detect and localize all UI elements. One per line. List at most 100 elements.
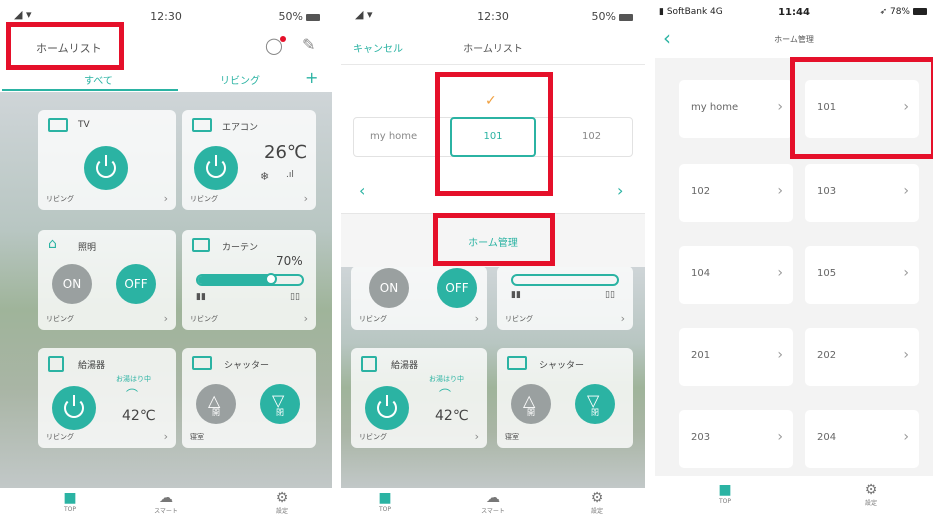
device-card-ac[interactable]: エアコン 26℃ ❄ .ıl リビング › — [182, 110, 316, 210]
home-card[interactable]: 104 › — [679, 246, 793, 304]
gear-icon: ⚙ — [590, 490, 604, 506]
highlight-box — [433, 213, 555, 266]
home-icon: ■ — [63, 490, 77, 506]
battery-icon — [913, 8, 927, 15]
chevron-right-icon[interactable]: › — [621, 312, 625, 325]
curtain-slider[interactable] — [196, 273, 304, 286]
tab-all[interactable]: すべて — [84, 72, 113, 87]
tabbar-settings[interactable]: ⚙ 設定 — [841, 482, 901, 507]
room-label: 寝室 — [190, 433, 204, 441]
battery-icon — [306, 13, 320, 21]
home-card[interactable]: 103 › — [805, 164, 919, 222]
device-card-shutter[interactable]: シャッター △ 開 ▽ 閉 寝室 — [182, 348, 316, 448]
battery: 50% — [279, 10, 320, 23]
gear-icon: ⚙ — [864, 482, 878, 498]
light-off-button[interactable]: OFF — [116, 264, 156, 304]
curtain-open-icon: ▯▯ — [605, 290, 615, 300]
chevron-right-icon[interactable]: › — [304, 192, 308, 205]
edit-icon[interactable]: ✎ — [302, 35, 315, 54]
power-button[interactable] — [365, 386, 409, 430]
add-tab-button[interactable]: + — [305, 68, 318, 87]
curtain-open-icon: ▯▯ — [290, 292, 300, 302]
water-temperature: 42℃ — [435, 408, 469, 424]
shutter-close-button[interactable]: ▽ 閉 — [260, 384, 300, 424]
device-card-tv[interactable]: TV リビング › — [38, 110, 176, 210]
highlight-box — [6, 22, 124, 70]
device-card-curtain[interactable]: カーテン 70% ▮▮ ▯▯ リビング › — [182, 230, 316, 330]
shutter-close-button[interactable]: ▽ 閉 — [575, 384, 615, 424]
home-card[interactable]: 203 › — [679, 410, 793, 468]
light-on-button[interactable]: ON — [369, 268, 409, 308]
device-card-shutter[interactable]: シャッター △ 開 ▽ 閉 寝室 — [497, 348, 633, 448]
device-name: 給湯器 — [391, 361, 419, 371]
tabbar-top[interactable]: ■ TOP — [355, 490, 415, 513]
triangle-down-icon: ▽ — [272, 391, 285, 410]
status-bar: ◢ ▾ 12:30 50% — [341, 0, 645, 28]
battery-icon — [619, 13, 633, 21]
curtain-slider-fill — [198, 276, 271, 284]
notification-dot — [280, 36, 286, 42]
home-option[interactable]: 102 — [582, 131, 601, 142]
shutter-open-button[interactable]: △ 開 — [196, 384, 236, 424]
power-button[interactable] — [84, 146, 128, 190]
chevron-right-icon: › — [903, 347, 909, 363]
chevron-right-icon[interactable]: › — [617, 181, 623, 200]
tab-bar: ■ TOP ☁ スマート ⚙ 設定 — [341, 488, 645, 518]
tabbar-top[interactable]: ■ TOP — [40, 490, 100, 513]
power-button[interactable] — [194, 146, 238, 190]
chevron-right-icon[interactable]: › — [304, 312, 308, 325]
room-label: リビング — [505, 315, 533, 323]
device-card-light[interactable]: ⌂ 照明 ON OFF リビング › — [38, 230, 176, 330]
chevron-right-icon: › — [777, 99, 783, 115]
chevron-left-icon[interactable]: ‹ — [359, 181, 365, 200]
home-card[interactable]: 201 › — [679, 328, 793, 386]
location-icon: ➶ — [879, 7, 888, 17]
home-card[interactable]: 102 › — [679, 164, 793, 222]
tab-living[interactable]: リビング — [220, 72, 260, 87]
battery: 50% — [592, 10, 633, 23]
room-label: リビング — [190, 195, 218, 203]
device-name: TV — [78, 120, 90, 130]
chevron-right-icon: › — [903, 265, 909, 281]
device-card-heater[interactable]: 給湯器 お湯はり中 ⌒ 42℃ リビング › — [351, 348, 487, 448]
room-tabs: すべて リビング + — [0, 68, 332, 92]
curtain-slider-knob[interactable] — [264, 273, 277, 285]
chevron-right-icon[interactable]: › — [164, 192, 168, 205]
temperature: 26℃ — [264, 142, 308, 163]
tabbar-settings[interactable]: ⚙ 設定 — [252, 490, 312, 515]
tv-icon — [48, 118, 68, 132]
chevron-right-icon: › — [903, 429, 909, 445]
home-icon: ■ — [718, 482, 732, 498]
chevron-right-icon: › — [777, 265, 783, 281]
device-card-heater[interactable]: 給湯器 お湯はり中 ⌒ 42℃ リビング › — [38, 348, 176, 448]
device-card-curtain[interactable]: ▮▮ ▯▯ リビング › — [497, 266, 633, 330]
home-icon: ■ — [378, 490, 392, 506]
tabbar-settings[interactable]: ⚙ 設定 — [567, 490, 627, 515]
chevron-right-icon[interactable]: › — [164, 430, 168, 443]
chevron-right-icon[interactable]: › — [164, 312, 168, 325]
bath-icon: ⌒ — [126, 388, 139, 402]
screen-home-switcher: ◢ ▾ 12:30 50% キャンセル ホームリスト ON OFF リビング ›… — [341, 0, 645, 518]
light-off-button[interactable]: OFF — [437, 268, 477, 308]
home-option[interactable]: my home — [370, 131, 417, 142]
power-button[interactable] — [52, 386, 96, 430]
tabbar-smart[interactable]: ☁ スマート — [463, 490, 523, 515]
device-card-light[interactable]: ON OFF リビング › — [351, 266, 487, 330]
curtain-slider[interactable] — [511, 274, 619, 286]
room-label: リビング — [46, 315, 74, 323]
home-card[interactable]: 202 › — [805, 328, 919, 386]
chevron-right-icon[interactable]: › — [475, 312, 479, 325]
highlight-box — [435, 72, 553, 196]
home-card[interactable]: 204 › — [805, 410, 919, 468]
tabbar-smart[interactable]: ☁ スマート — [136, 490, 196, 515]
curtain-closed-icon: ▮▮ — [511, 290, 521, 300]
triangle-up-icon: △ — [208, 391, 221, 410]
home-card[interactable]: 105 › — [805, 246, 919, 304]
shutter-open-button[interactable]: △ 開 — [511, 384, 551, 424]
chevron-right-icon[interactable]: › — [475, 430, 479, 443]
tabbar-top[interactable]: ■ TOP — [695, 482, 755, 505]
home-card[interactable]: my home › — [679, 80, 793, 138]
header: キャンセル ホームリスト — [341, 28, 645, 65]
triangle-down-icon: ▽ — [587, 391, 600, 410]
light-on-button[interactable]: ON — [52, 264, 92, 304]
